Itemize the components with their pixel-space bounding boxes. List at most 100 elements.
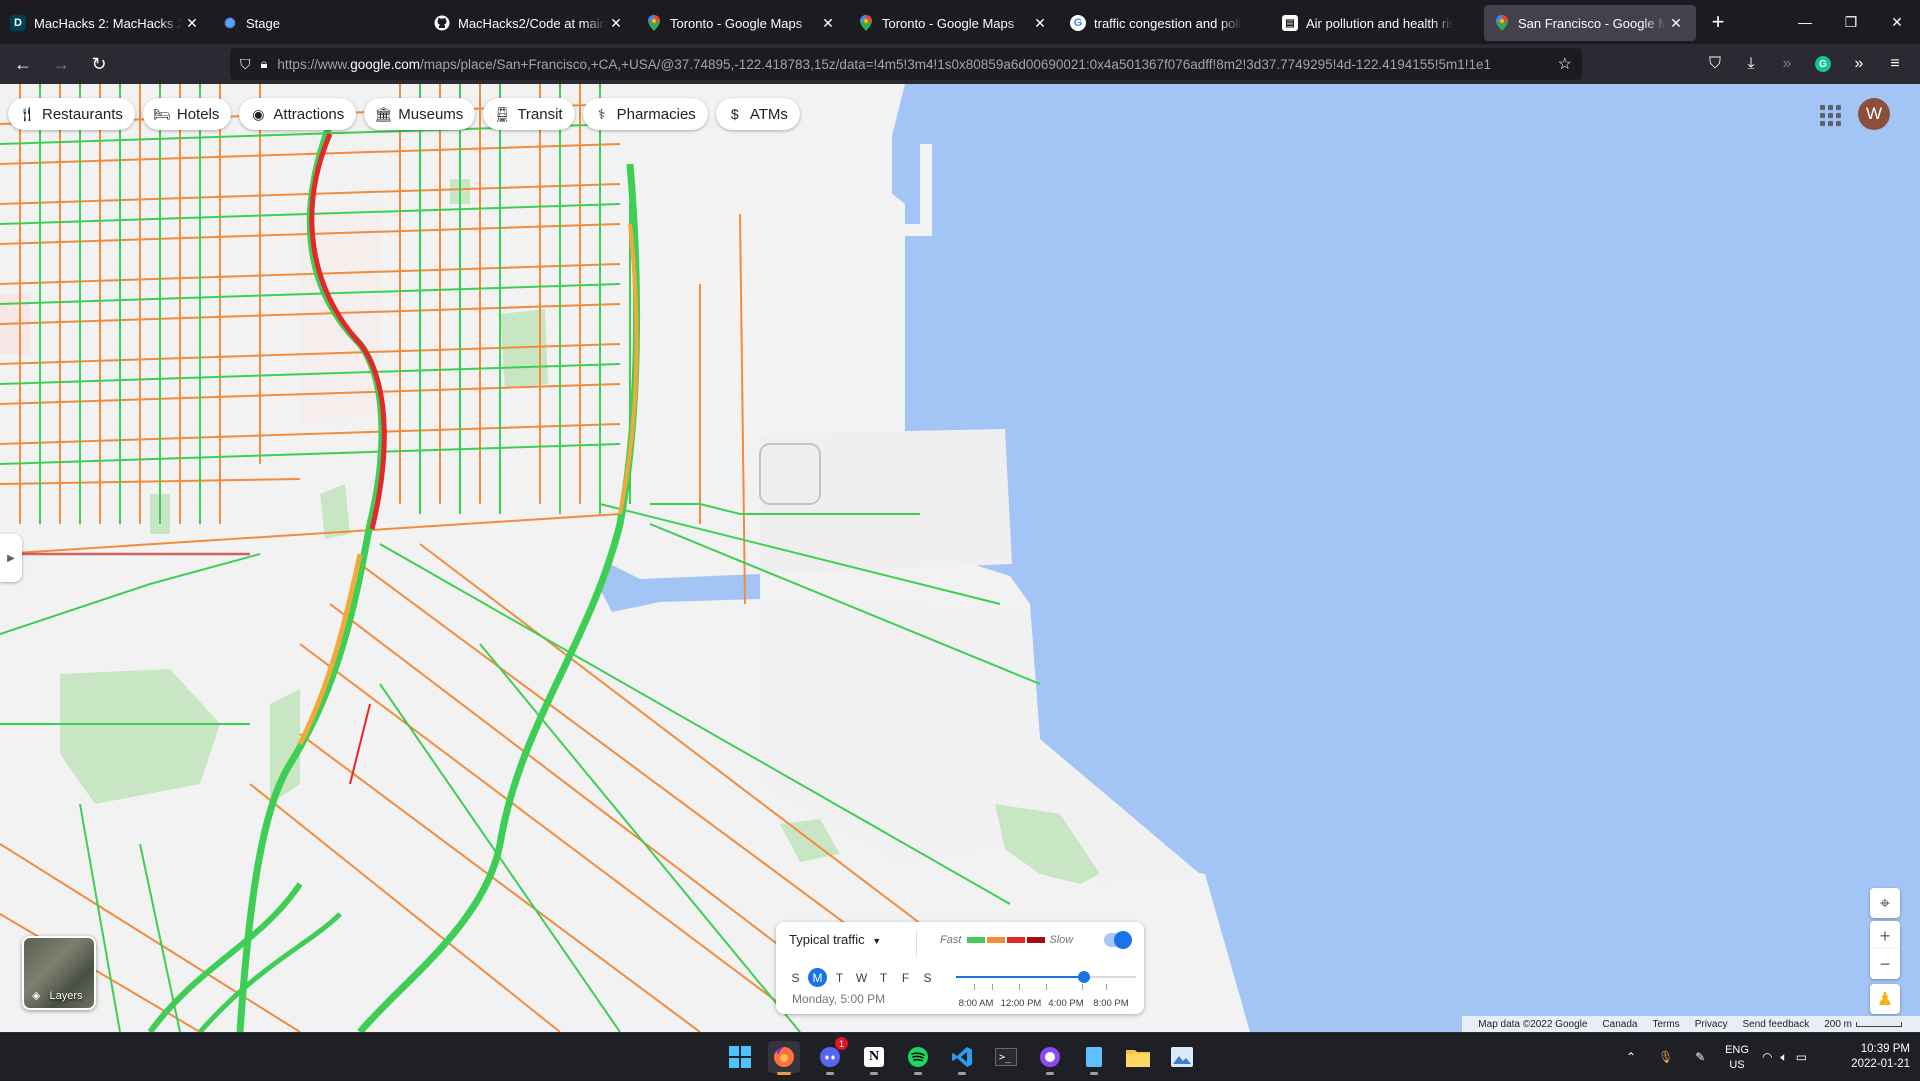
zoom-out-button[interactable]: − [1870, 949, 1900, 979]
microphone-icon[interactable]: 🎙︎ [1658, 1050, 1673, 1064]
chip-museums[interactable]: 🏛︎ Museums [364, 98, 476, 130]
terminal-icon[interactable]: >_ [990, 1041, 1022, 1073]
file-explorer-icon[interactable] [1122, 1041, 1154, 1073]
send-feedback-link[interactable]: Send feedback [1742, 1019, 1809, 1030]
legend-swatch [967, 937, 986, 943]
region-link[interactable]: Canada [1602, 1019, 1637, 1030]
tab-stage[interactable]: ✺ Stage ✕ [212, 5, 424, 41]
legend-swatch [1027, 937, 1046, 943]
wifi-icon: ◠ [1762, 1050, 1773, 1064]
slider-thumb[interactable] [1077, 971, 1090, 983]
my-location-button[interactable]: ⌖ [1870, 888, 1900, 918]
reader-icon[interactable]: » [1770, 47, 1804, 81]
new-tab-button[interactable]: + [1700, 4, 1736, 40]
battery-icon: ▭ [1795, 1050, 1808, 1064]
camera-icon: ◉ [252, 105, 265, 122]
tab-devpost[interactable]: D MacHacks 2: MacHacks 2 is the ✕ [0, 5, 212, 41]
bed-icon: 🛏︎ [152, 105, 171, 122]
grammarly-icon[interactable]: G [1806, 47, 1840, 81]
slider-fill [956, 976, 1084, 978]
day-wednesday[interactable]: W [852, 968, 871, 987]
chip-pharmacies[interactable]: ⚕︎ Pharmacies [582, 98, 708, 130]
photos-icon[interactable] [1166, 1041, 1198, 1073]
category-chips: 🍴︎ Restaurants 🛏︎ Hotels ◉ Attractions 🏛︎ Mu… [8, 98, 800, 130]
close-icon[interactable]: ✕ [1666, 15, 1686, 32]
traffic-mode-dropdown[interactable]: Typical traffic ▼ [789, 932, 881, 947]
chip-transit[interactable]: 🚆︎ Transit [483, 98, 575, 130]
quick-settings[interactable]: ◠ 🔈︎ ▭ [1762, 1033, 1807, 1081]
pen-icon[interactable]: ✎ [1695, 1050, 1705, 1064]
tab-toronto-maps-1[interactable]: Toronto - Google Maps ✕ [636, 5, 848, 41]
overflow-chevron-icon[interactable]: » [1842, 47, 1876, 81]
url-bar[interactable]: ⛉ 🔒︎ https://www.google.com/maps/place/S… [230, 48, 1582, 80]
minimize-button[interactable]: — [1782, 0, 1828, 44]
street-view-pegman-icon[interactable]: ♟ [1870, 984, 1900, 1014]
chip-attractions[interactable]: ◉ Attractions [239, 98, 357, 130]
bookmark-star-icon[interactable]: ☆ [1558, 54, 1572, 74]
slow-segment [349, 703, 371, 785]
clock[interactable]: 10:39 PM 2022-01-21 [1838, 1042, 1910, 1072]
maps-pin-icon [646, 15, 662, 31]
chip-restaurants[interactable]: 🍴︎ Restaurants [8, 98, 135, 130]
tab-toronto-maps-2[interactable]: Toronto - Google Maps ✕ [848, 5, 1060, 41]
spotify-icon[interactable] [902, 1041, 934, 1075]
tab-github[interactable]: MacHacks2/Code at main · d ✕ [424, 5, 636, 41]
shield-icon[interactable]: ⛉ [240, 56, 251, 73]
privacy-link[interactable]: Privacy [1695, 1019, 1728, 1030]
traffic-toggle[interactable] [1104, 931, 1132, 949]
forward-button[interactable]: → [44, 47, 78, 81]
crosshair-icon: ⌖ [1879, 892, 1891, 913]
day-monday[interactable]: M [808, 968, 827, 987]
firefox-icon[interactable] [768, 1041, 800, 1075]
lock-icon[interactable]: 🔒︎ [261, 56, 268, 72]
pocket-icon[interactable]: ⛉ [1698, 47, 1732, 81]
close-icon[interactable]: ✕ [1030, 15, 1050, 32]
downloads-icon[interactable]: ⤓ [1734, 47, 1768, 81]
tab-air-pollution[interactable]: ▤ Air pollution and health risks ✕ [1272, 5, 1484, 41]
notepad-icon[interactable] [1078, 1041, 1110, 1075]
tab-google-search[interactable]: G traffic congestion and pollutio ✕ [1060, 5, 1272, 41]
lang-region: US [1729, 1059, 1745, 1071]
clock-date: 2022-01-21 [1851, 1058, 1910, 1070]
back-button[interactable]: ← [6, 47, 40, 81]
notion-icon[interactable]: N [858, 1041, 890, 1075]
scale-label: 200 m [1824, 1018, 1852, 1030]
google-apps-icon[interactable] [1815, 100, 1845, 130]
input-language[interactable]: ENG US [1720, 1043, 1754, 1073]
pharmacy-icon: ⚕︎ [597, 105, 606, 122]
slider-tick [1046, 984, 1047, 990]
day-sunday[interactable]: S [786, 968, 805, 987]
terms-link[interactable]: Terms [1652, 1019, 1679, 1030]
close-icon[interactable]: ✕ [182, 15, 202, 32]
layers-button[interactable]: ◈ Layers [22, 936, 96, 1010]
expand-side-panel-button[interactable]: ▶ [0, 534, 22, 582]
time-slider[interactable] [956, 971, 1136, 983]
windows-start-icon[interactable] [724, 1041, 756, 1073]
tab-title: MacHacks2/Code at main · d [458, 15, 606, 31]
day-tuesday[interactable]: T [830, 968, 849, 987]
tab-san-francisco-maps[interactable]: San Francisco - Google Maps ✕ [1484, 5, 1696, 41]
chip-label: Pharmacies [616, 105, 696, 123]
avatar[interactable]: W [1858, 98, 1890, 130]
restore-button[interactable]: ❐ [1828, 0, 1874, 44]
close-window-button[interactable]: ✕ [1874, 0, 1920, 44]
close-icon[interactable]: ✕ [818, 15, 838, 32]
hamburger-menu-icon[interactable]: ≡ [1878, 47, 1912, 81]
map-canvas[interactable]: 🍴︎ Restaurants 🛏︎ Hotels ◉ Attractions 🏛︎ Mu… [0, 84, 1920, 1032]
scale-bar[interactable]: 200 m [1824, 1019, 1902, 1030]
github-desktop-icon[interactable] [1034, 1041, 1066, 1075]
vscode-icon[interactable] [946, 1041, 978, 1075]
day-friday[interactable]: F [896, 968, 915, 987]
day-saturday[interactable]: S [918, 968, 937, 987]
fork-knife-icon: 🍴︎ [18, 105, 36, 122]
url-path: /maps/place/San+Francisco,+CA,+USA/@37.7… [420, 56, 1492, 72]
url-text[interactable]: https://www.google.com/maps/place/San+Fr… [277, 57, 1547, 72]
discord-icon[interactable]: 1 [814, 1037, 848, 1075]
chip-hotels[interactable]: 🛏︎ Hotels [142, 98, 232, 130]
day-thursday[interactable]: T [874, 968, 893, 987]
chip-atms[interactable]: $ ATMs [715, 98, 800, 130]
chevron-up-icon[interactable]: ⌃ [1626, 1050, 1636, 1064]
zoom-in-button[interactable]: + [1870, 921, 1900, 951]
close-icon[interactable]: ✕ [606, 15, 626, 32]
reload-button[interactable]: ↻ [82, 47, 116, 81]
